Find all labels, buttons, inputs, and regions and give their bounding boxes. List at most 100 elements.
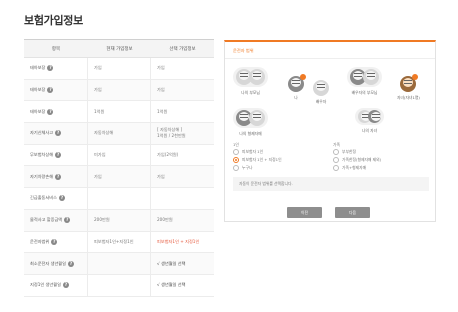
member-my-parents[interactable]: 나의 부모님 bbox=[233, 67, 268, 96]
help-icon[interactable]: ? bbox=[47, 65, 54, 72]
page-title: 보험가입정보 bbox=[24, 14, 83, 27]
next-button[interactable]: 다음 bbox=[335, 207, 370, 218]
selected-value bbox=[151, 188, 214, 209]
spouse-avatar-icon bbox=[313, 80, 329, 96]
row-label-cell: 태아보장? bbox=[24, 101, 88, 123]
table-row: 최소운전자 생년월일? √ 생년월일 선택 bbox=[24, 253, 214, 275]
selected-check-icon bbox=[412, 74, 419, 80]
sister-avatar-icon bbox=[249, 110, 265, 126]
table-row: 태아보장? 1억원 1억원 bbox=[24, 101, 214, 124]
help-icon[interactable]: ? bbox=[47, 108, 54, 115]
row-label-cell: 자기신체사고? bbox=[24, 123, 88, 144]
radio-insured-plus-one[interactable]: 피보험자 1인 + 지정1인 bbox=[233, 157, 282, 163]
row-label: 태아보장 bbox=[30, 65, 46, 71]
member-spouse-parents[interactable]: 배우자의 부모님 bbox=[347, 67, 382, 96]
radio-label: 누구나 bbox=[242, 165, 253, 170]
row-label: 최소운전자 생년월일 bbox=[30, 260, 67, 266]
help-icon[interactable]: ? bbox=[55, 130, 62, 137]
radio-family-with-siblings[interactable]: 가족+형제자매 bbox=[333, 165, 366, 171]
current-value: 200만원 bbox=[88, 209, 151, 231]
row-label-cell: 무보험차상해? bbox=[24, 144, 88, 166]
radio-family-no-siblings[interactable]: 가족한정(형제자매 제외) bbox=[333, 157, 381, 163]
help-icon[interactable]: ? bbox=[58, 195, 65, 202]
panel-title: 운전자 범위 bbox=[233, 48, 254, 53]
current-value bbox=[88, 188, 151, 209]
selected-value: 피보험자1인 + 지정1인 bbox=[157, 238, 200, 244]
help-icon[interactable]: ? bbox=[47, 87, 54, 94]
selected-value: 가입 bbox=[157, 65, 165, 71]
row-label: 물적사고 할증금액 bbox=[30, 217, 63, 223]
selected-value: 200만원 bbox=[157, 217, 173, 223]
table-header: 항목 현재 가입정보 선택 가입정보 bbox=[24, 40, 214, 58]
row-label-cell: 최소운전자 생년월일? bbox=[24, 253, 88, 274]
row-label-cell: 운전자범위? bbox=[24, 231, 88, 253]
member-label: 배우자의 부모님 bbox=[351, 90, 378, 95]
driver-range-panel: 운전자 범위 나의 부모님 나 배우자 배우자의 부모님 자녀(자녀1명) 나의… bbox=[224, 40, 436, 222]
help-icon[interactable]: ? bbox=[51, 238, 58, 245]
current-value bbox=[88, 274, 151, 296]
table-row: 물적사고 할증금액? 200만원 200만원 bbox=[24, 209, 214, 232]
table-row: 자기차량손해? 가입 가입 bbox=[24, 166, 214, 189]
help-icon[interactable]: ? bbox=[68, 260, 75, 267]
current-value: 1억원 bbox=[88, 101, 151, 123]
prev-button[interactable]: 이전 bbox=[287, 207, 322, 218]
selected-value: √ 생년월일 선택 bbox=[157, 260, 186, 266]
selected-value-line: 1억원 / 2천만원 bbox=[157, 133, 186, 139]
help-icon[interactable]: ? bbox=[62, 282, 69, 289]
child2-avatar-icon bbox=[368, 110, 381, 123]
row-label-cell: 태아보장? bbox=[24, 79, 88, 101]
header-selected: 선택 가입정보 bbox=[169, 46, 196, 52]
table-row: 운전자범위? 피보험자1인+지정1인 피보험자1인 + 지정1인 bbox=[24, 231, 214, 254]
insurance-info-table: 항목 현재 가입정보 선택 가입정보 태아보장? 가입 가입 태아보장? 가입 가입 태아보… bbox=[24, 39, 214, 297]
radio-label: 피보험자 1인 + 지정1인 bbox=[242, 157, 282, 162]
selected-value: 가입 bbox=[157, 87, 165, 93]
member-spouse[interactable]: 배우자 bbox=[313, 80, 329, 105]
spouse-mother-avatar-icon bbox=[363, 69, 379, 85]
selected-value: √ 생년월일 선택 bbox=[157, 282, 186, 288]
member-my-siblings[interactable]: 나의 형제자매 bbox=[233, 108, 268, 137]
group-label-family: 가족 bbox=[333, 142, 340, 147]
help-icon[interactable]: ? bbox=[55, 173, 62, 180]
table-row: 지정1인 생년월일? √ 생년월일 선택 bbox=[24, 274, 214, 297]
table-row: 긴급출동서비스? bbox=[24, 188, 214, 210]
radio-circle-icon bbox=[333, 165, 339, 171]
radio-label: 부부한정 bbox=[342, 149, 356, 154]
member-child[interactable]: 자녀(자녀1명) bbox=[397, 74, 420, 101]
table-row: 무보험차상해? 미가입 가입(2억원) bbox=[24, 144, 214, 167]
notice-box: 자동이 운전자 범위를 선택합니다. bbox=[233, 177, 429, 191]
radio-circle-icon bbox=[333, 149, 339, 155]
member-label: 나 bbox=[294, 95, 298, 100]
row-label: 운전자범위 bbox=[30, 238, 50, 244]
radio-insured-only[interactable]: 피보험자 1인 bbox=[233, 149, 263, 155]
row-label-cell: 자기차량손해? bbox=[24, 166, 88, 188]
selected-value: 1억원 bbox=[157, 108, 168, 114]
row-label: 자기신체사고 bbox=[30, 130, 54, 136]
member-label: 나의 형제자매 bbox=[239, 131, 262, 136]
selected-value: 가입(2억원) bbox=[157, 152, 179, 158]
table-row: 태아보장? 가입 가입 bbox=[24, 58, 214, 80]
row-label-cell: 지정1인 생년월일? bbox=[24, 274, 88, 296]
radio-anyone[interactable]: 누구나 bbox=[233, 165, 252, 171]
table-row: 자기신체사고? 자동차상해[ 자동차상해 ] 1억원 / 2천만원 bbox=[24, 123, 214, 145]
row-label: 무보험차상해 bbox=[30, 152, 54, 158]
member-my-children[interactable]: 나의 자녀 bbox=[355, 108, 384, 134]
radio-couple-only[interactable]: 부부한정 bbox=[333, 149, 356, 155]
row-label: 긴급출동서비스 bbox=[30, 195, 57, 201]
group-label-single: 1인 bbox=[233, 142, 239, 147]
current-value: 가입 bbox=[88, 79, 151, 101]
help-icon[interactable]: ? bbox=[64, 217, 71, 224]
radio-label: 가족+형제자매 bbox=[342, 165, 367, 170]
member-label: 자녀(자녀1명) bbox=[397, 95, 420, 100]
radio-label: 가족한정(형제자매 제외) bbox=[342, 157, 382, 162]
radio-circle-icon bbox=[233, 165, 239, 171]
help-icon[interactable]: ? bbox=[55, 152, 62, 159]
row-label-cell: 긴급출동서비스? bbox=[24, 188, 88, 209]
row-label: 태아보장 bbox=[30, 108, 46, 114]
selected-value: 가입 bbox=[157, 173, 165, 179]
divider bbox=[225, 58, 435, 59]
current-value: 미가입 bbox=[88, 144, 151, 166]
member-me[interactable]: 나 bbox=[288, 74, 306, 101]
radio-circle-icon bbox=[333, 157, 339, 163]
current-value: 가입 bbox=[88, 166, 151, 188]
row-label-cell: 물적사고 할증금액? bbox=[24, 209, 88, 231]
